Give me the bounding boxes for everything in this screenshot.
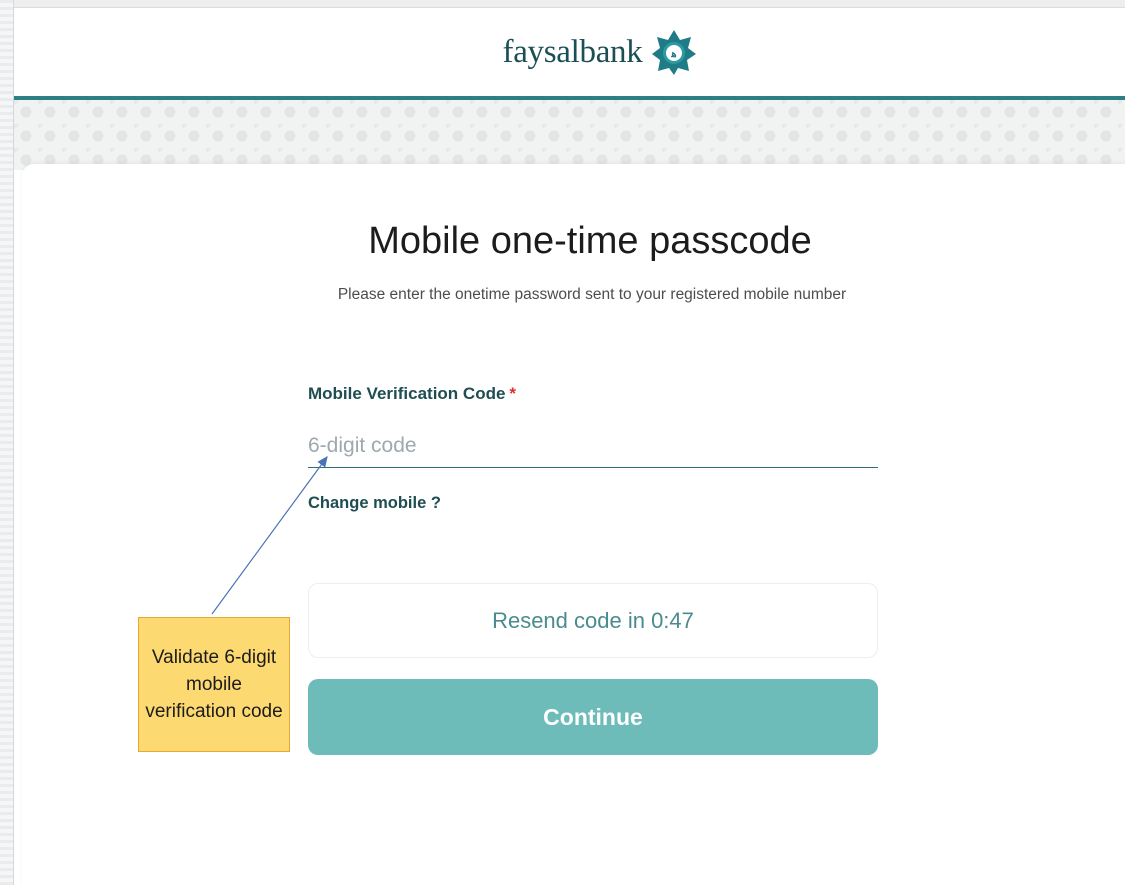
decorative-pattern-band (14, 100, 1125, 170)
required-indicator: * (509, 384, 517, 403)
change-mobile-link[interactable]: Change mobile ? (308, 494, 441, 513)
window-frame-left (0, 0, 14, 885)
logo-wordmark: faysalbank (502, 33, 643, 70)
bank-logo[interactable]: faysalbank ﻫ (503, 28, 699, 76)
verification-code-input[interactable] (308, 424, 878, 468)
resend-code-timer[interactable]: Resend code in 0:47 (308, 583, 878, 658)
page-subtitle: Please enter the onetime password sent t… (337, 286, 847, 303)
annotation-text: Validate 6-digit mobile verification cod… (145, 647, 283, 722)
otp-card (22, 164, 1125, 885)
page-title: Mobile one-time passcode (368, 220, 812, 262)
faysal-star-logo-icon: ﻫ (652, 30, 697, 75)
svg-text:ﻫ: ﻫ (671, 49, 677, 60)
window-frame-top (0, 0, 1125, 8)
continue-button[interactable]: Continue (308, 679, 878, 755)
verification-code-label-text: Mobile Verification Code (308, 384, 506, 403)
verification-code-label: Mobile Verification Code * (308, 384, 516, 404)
annotation-callout: Validate 6-digit mobile verification cod… (138, 617, 290, 752)
site-header: faysalbank ﻫ (14, 8, 1125, 96)
